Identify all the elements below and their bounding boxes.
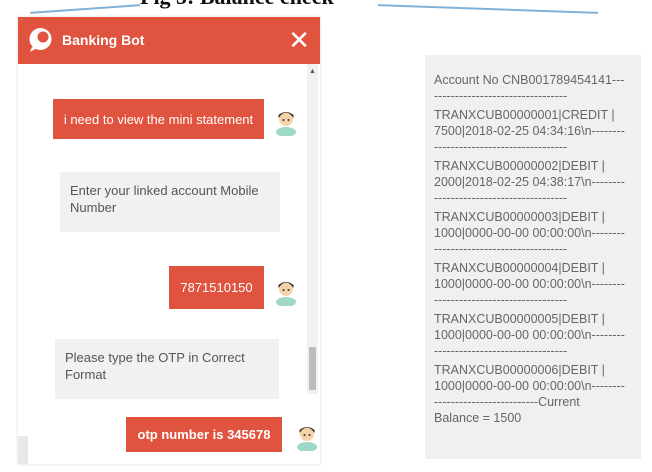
user-message: i need to view the mini statement	[53, 99, 264, 139]
decorative-line-right	[378, 4, 598, 14]
mini-statement: Account No CNB001789454141--- ----------…	[434, 72, 639, 426]
user-avatar-icon	[297, 427, 317, 451]
message-text: i need to view the mini statement	[63, 111, 254, 127]
user-message: otp number is 345678	[126, 417, 282, 452]
statement-line: TRANXCUB00000004|DEBIT |	[434, 261, 605, 275]
message-text: otp number is 345678	[137, 427, 271, 442]
chat-header: Banking Bot ✕	[18, 17, 320, 64]
message-text: Please type the OTP in Correct Format	[65, 350, 245, 382]
footer-strip	[18, 436, 28, 464]
scrollbar[interactable]: ▲	[307, 64, 318, 394]
statement-line: -------------------------Current	[434, 395, 580, 409]
bot-message: Please type the OTP in Correct Format	[55, 339, 279, 399]
scroll-thumb[interactable]	[309, 347, 316, 390]
chat-widget: Banking Bot ✕ ▲ i need to view the mini …	[18, 17, 320, 464]
message-text: Enter your linked account Mobile Number	[70, 183, 259, 215]
statement-line: --------------------------------	[434, 89, 568, 103]
statement-line: --------------------------------	[434, 140, 568, 154]
user-message: 7871510150	[169, 266, 264, 309]
statement-line: TRANXCUB00000003|DEBIT |	[434, 210, 605, 224]
statement-line: TRANXCUB00000001|CREDIT |	[434, 108, 615, 122]
bot-message: Enter your linked account Mobile Number	[60, 172, 280, 232]
statement-line: --------------------------------	[434, 191, 568, 205]
statement-line: --------------------------------	[434, 293, 568, 307]
statement-line: 1000|0000-00-00 00:00:00\n--------	[434, 277, 625, 291]
statement-panel: Account No CNB001789454141--- ----------…	[425, 55, 641, 459]
statement-line: 1000|0000-00-00 00:00:00\n--------	[434, 328, 625, 342]
statement-line: --------------------------------	[434, 344, 568, 358]
user-avatar-icon	[276, 282, 296, 306]
user-avatar-icon	[276, 112, 296, 136]
figure-caption: Fig 5: Balance check	[140, 0, 334, 10]
decorative-line-left	[30, 4, 140, 14]
statement-line: TRANXCUB00000002|DEBIT |	[434, 159, 605, 173]
statement-line: 2000|2018-02-25 04:38:17\n--------	[434, 175, 625, 189]
statement-line: 1000|0000-00-00 00:00:00\n--------	[434, 226, 625, 240]
message-text: 7871510150	[180, 280, 253, 295]
statement-line: 7500|2018-02-25 04:34:16\n--------	[434, 124, 625, 138]
statement-line: Balance = 1500	[434, 411, 522, 425]
statement-line: TRANXCUB00000006|DEBIT |	[434, 363, 605, 377]
close-button[interactable]: ✕	[288, 25, 310, 55]
statement-line: --------------------------------	[434, 242, 568, 256]
scroll-up-arrow-icon[interactable]: ▲	[307, 68, 318, 75]
statement-line: TRANXCUB00000005|DEBIT |	[434, 312, 605, 326]
statement-line: 1000|0000-00-00 00:00:00\n--------	[434, 379, 625, 393]
chat-bubble-icon	[29, 28, 52, 52]
chat-title: Banking Bot	[62, 32, 145, 48]
chat-body[interactable]: ▲ i need to view the mini statement Ente…	[18, 64, 320, 464]
statement-line: Account No CNB001789454141---	[434, 73, 625, 87]
